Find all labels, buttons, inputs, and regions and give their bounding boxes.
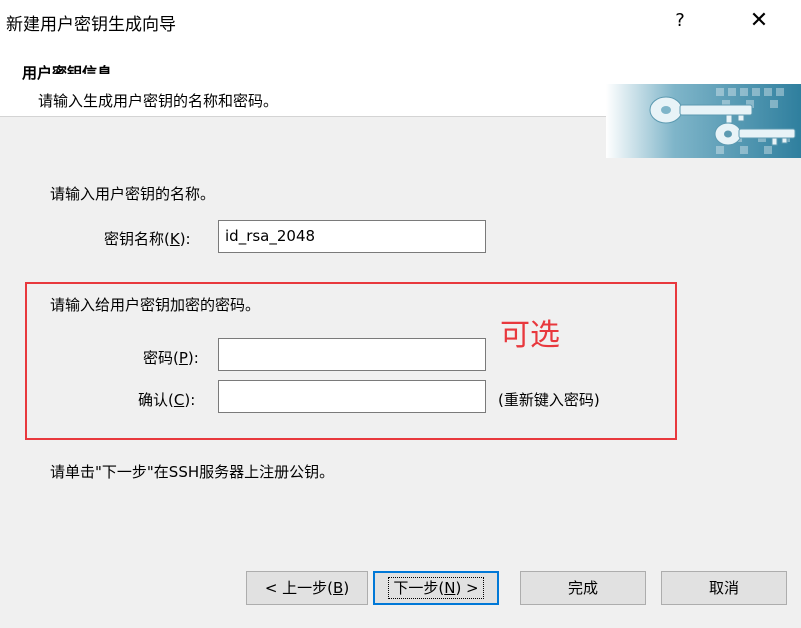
close-button[interactable]: ✕ — [737, 6, 781, 36]
help-button[interactable]: ? — [660, 6, 700, 36]
header-subtitle: 请输入生成用户密钥的名称和密码。 — [38, 92, 279, 110]
confirm-label: 确认(C): — [138, 391, 196, 409]
cancel-button[interactable]: 取消 — [661, 571, 787, 605]
confirm-password-field[interactable] — [218, 380, 486, 413]
title-bar: 新建用户密钥生成向导 ? ✕ — [0, 0, 801, 42]
optional-note: 可选 — [500, 318, 560, 353]
password-label: 密码(P): — [143, 349, 199, 367]
confirm-hint: (重新键入密码) — [498, 391, 600, 409]
next-button-focus: 下一步(N) > — [388, 577, 484, 599]
key-name-field[interactable]: id_rsa_2048 — [218, 220, 486, 253]
footer-note: 请单击"下一步"在SSH服务器上注册公钥。 — [50, 463, 335, 481]
finish-button[interactable]: 完成 — [520, 571, 646, 605]
window-title: 新建用户密钥生成向导 — [6, 15, 176, 35]
password-field[interactable] — [218, 338, 486, 371]
key-name-label: 密钥名称(K): — [104, 230, 191, 248]
back-button[interactable]: < 上一步(B) — [246, 571, 368, 605]
header-stripe — [46, 74, 501, 90]
name-prompt: 请输入用户密钥的名称。 — [50, 185, 216, 203]
password-prompt: 请输入给用户密钥加密的密码。 — [50, 296, 261, 314]
next-button[interactable]: 下一步(N) > — [373, 571, 499, 605]
keys-icon — [606, 84, 801, 158]
